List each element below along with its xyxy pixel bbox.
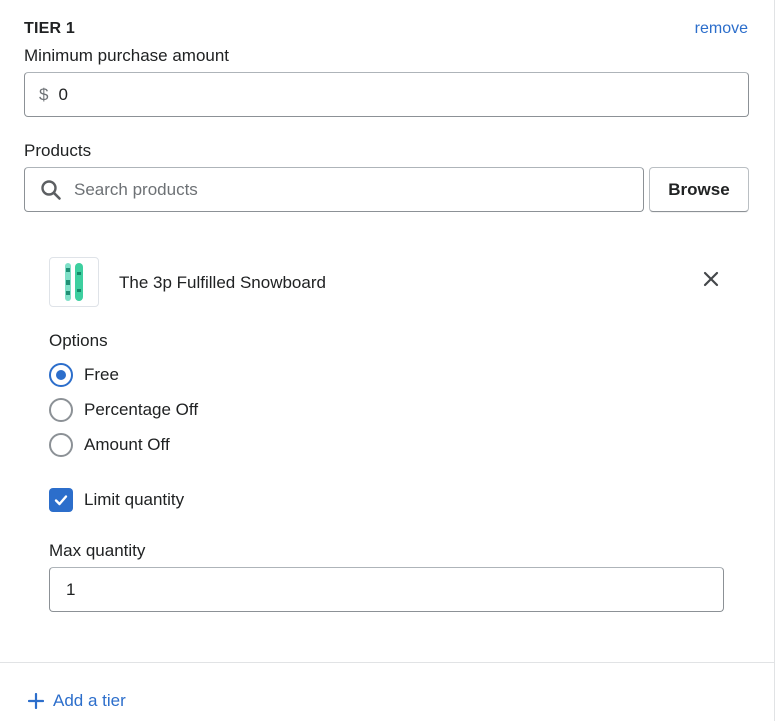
remove-tier-link[interactable]: remove [695,20,748,38]
product-search-input[interactable]: Search products [24,167,644,212]
option-free[interactable]: Free [49,363,119,387]
add-tier-button[interactable]: Add a tier [28,691,126,711]
radio-free[interactable] [49,363,73,387]
min-purchase-label: Minimum purchase amount [24,46,230,65]
min-purchase-input[interactable]: $ 0 [24,72,749,117]
option-free-label: Free [84,365,119,384]
divider [0,662,775,663]
max-quantity-value: 1 [66,579,76,599]
limit-quantity-checkbox[interactable] [49,488,73,512]
option-amount-off[interactable]: Amount Off [49,433,170,457]
currency-prefix: $ [39,84,49,104]
max-quantity-input[interactable]: 1 [49,567,724,612]
option-percentage-off[interactable]: Percentage Off [49,398,198,422]
close-icon[interactable] [703,271,719,287]
max-quantity-label: Max quantity [49,541,146,560]
checkmark-icon [54,495,68,506]
radio-percentage-off[interactable] [49,398,73,422]
tier-panel: TIER 1 remove Minimum purchase amount $ … [0,0,775,721]
limit-quantity-row[interactable]: Limit quantity [49,488,184,512]
limit-quantity-label: Limit quantity [84,490,185,509]
options-label: Options [49,331,108,350]
products-label: Products [24,141,92,160]
add-tier-label: Add a tier [53,691,126,710]
radio-amount-off[interactable] [49,433,73,457]
product-search-placeholder: Search products [74,179,198,199]
tier-title: TIER 1 [24,20,75,37]
option-amount-off-label: Amount Off [84,435,170,454]
plus-icon [28,693,44,709]
snowboard-icon [65,263,83,301]
product-thumbnail [49,257,99,307]
min-purchase-value: 0 [58,84,68,104]
product-name: The 3p Fulfilled Snowboard [119,273,326,292]
browse-button[interactable]: Browse [649,167,749,212]
search-icon [40,179,62,201]
option-percentage-off-label: Percentage Off [84,400,199,419]
